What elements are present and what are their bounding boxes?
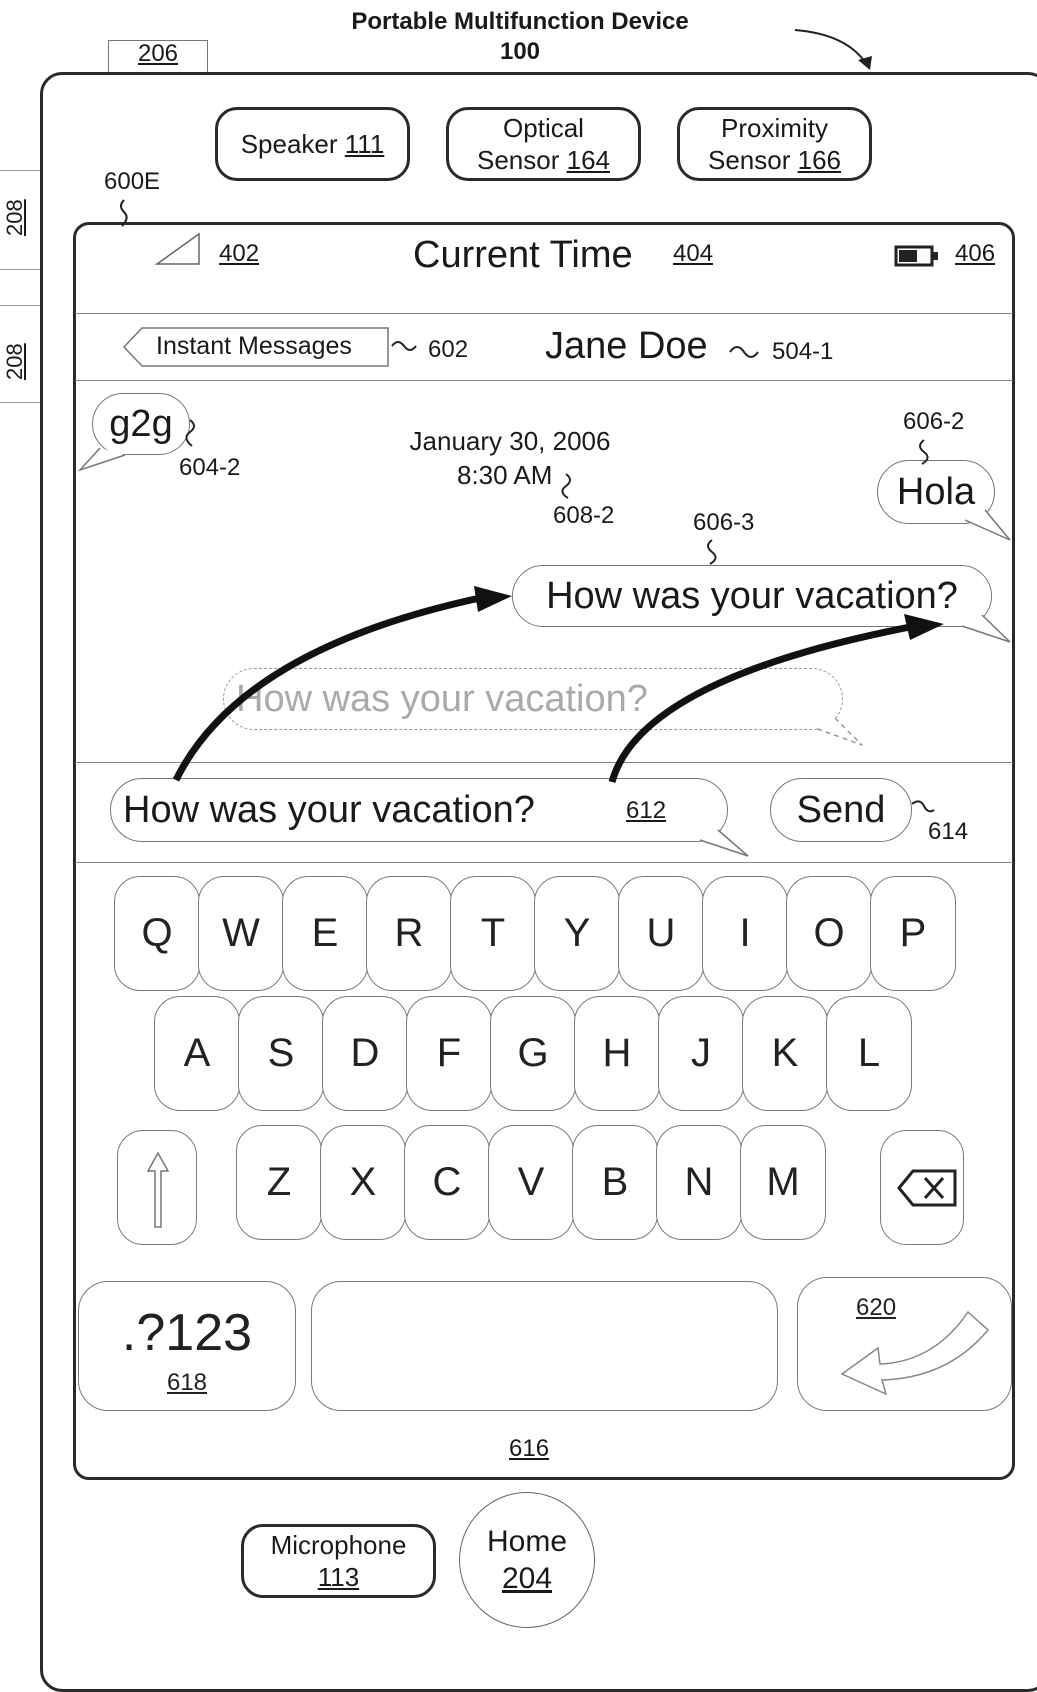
annotation-overlay bbox=[77, 29, 1011, 857]
